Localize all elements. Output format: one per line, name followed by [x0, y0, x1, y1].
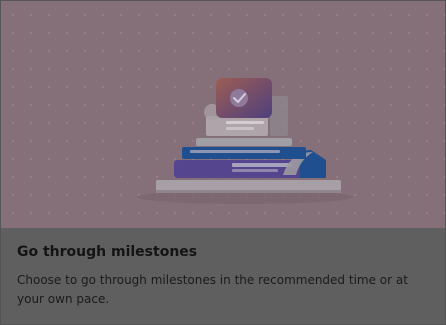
milestone-card[interactable]: Go through milestones Choose to go throu… — [0, 0, 446, 325]
book-bottom-icon — [156, 180, 341, 193]
book-blue-icon — [182, 147, 306, 159]
card-description: Choose to go through milestones in the r… — [17, 273, 408, 306]
milestone-books-illustration — [137, 78, 353, 204]
card-title: Go through milestones — [17, 244, 198, 260]
checkmark-tile-icon — [216, 78, 272, 118]
card-illustration-area — [0, 0, 446, 228]
card-body: Go through milestones Choose to go throu… — [0, 228, 446, 325]
book-light-icon — [196, 138, 292, 146]
